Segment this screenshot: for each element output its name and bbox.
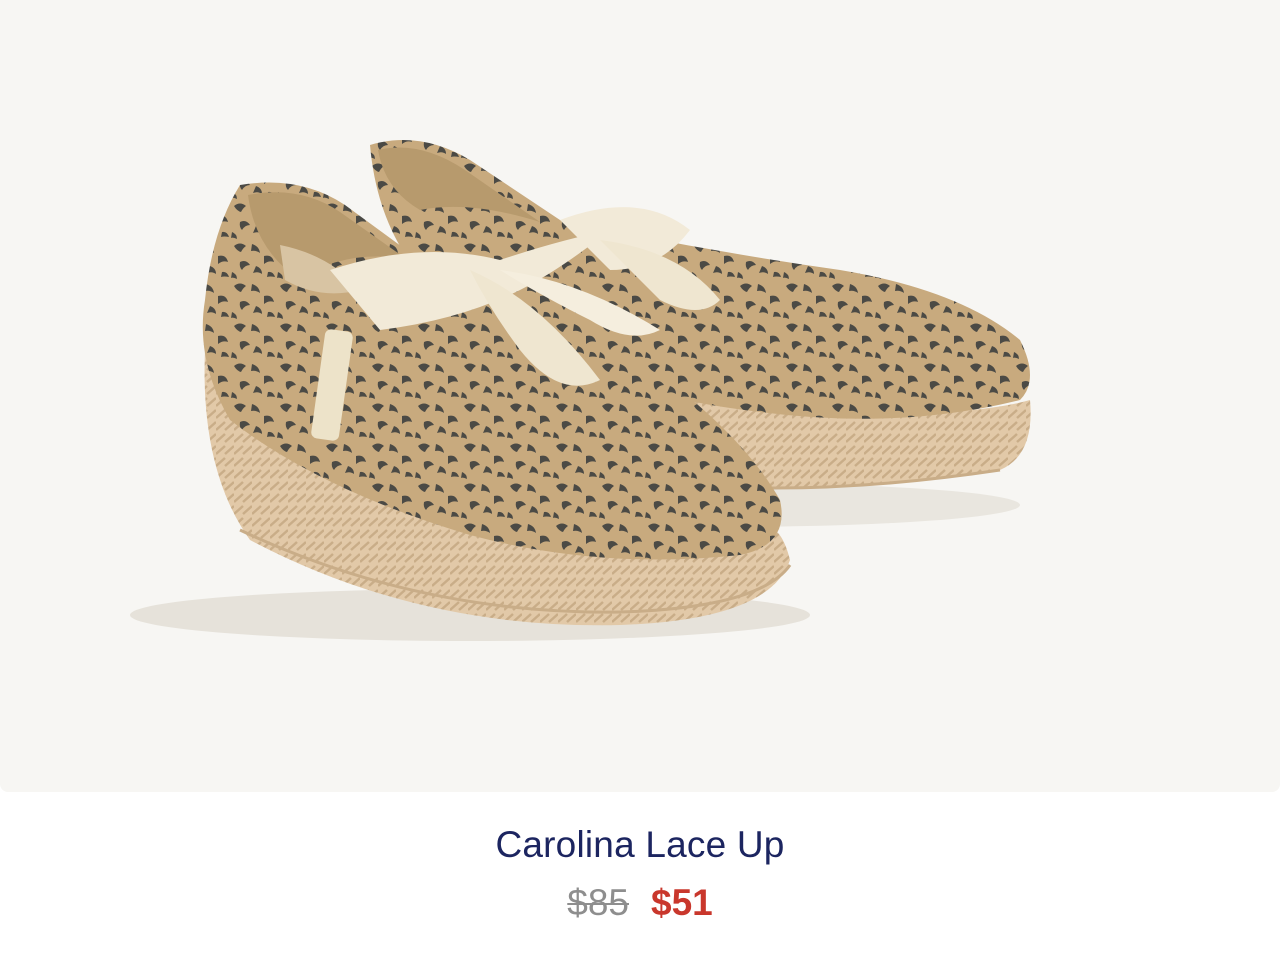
price-row: $85 $51: [0, 880, 1280, 926]
shoe-pair-illustration: [130, 140, 1031, 641]
product-card: Carolina Lace Up $85 $51: [0, 0, 1280, 980]
sale-price: $51: [651, 882, 713, 923]
product-title[interactable]: Carolina Lace Up: [0, 822, 1280, 868]
original-price: $85: [567, 882, 629, 923]
product-image[interactable]: [0, 0, 1280, 792]
